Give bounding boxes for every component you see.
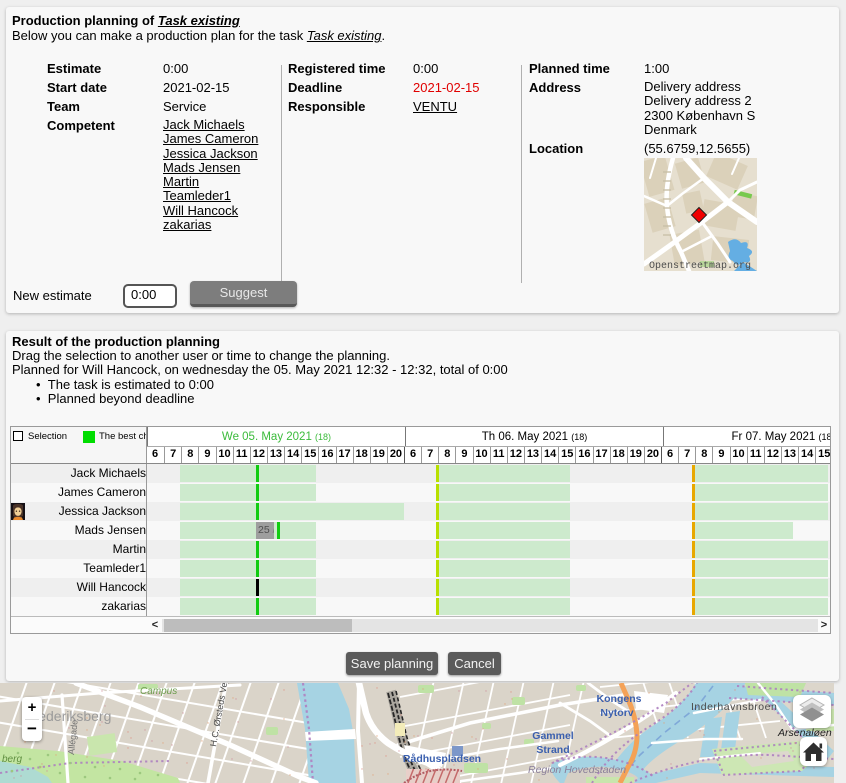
svg-text:Campus: Campus	[140, 686, 177, 697]
svg-text:Rådhuspladsen: Rådhuspladsen	[403, 753, 481, 765]
svg-text:Openstreetmap.org: Openstreetmap.org	[649, 261, 751, 271]
svg-text:Inderhavnsbroen: Inderhavnsbroen	[691, 701, 777, 713]
svg-text:Kongens: Kongens	[597, 693, 642, 705]
svg-text:Nytorv: Nytorv	[600, 707, 633, 719]
svg-text:Strand: Strand	[536, 744, 569, 756]
svg-text:berg: berg	[2, 754, 22, 765]
svg-text:Gammel: Gammel	[532, 730, 574, 742]
svg-text:Region Hovedstaden: Region Hovedstaden	[528, 764, 626, 776]
